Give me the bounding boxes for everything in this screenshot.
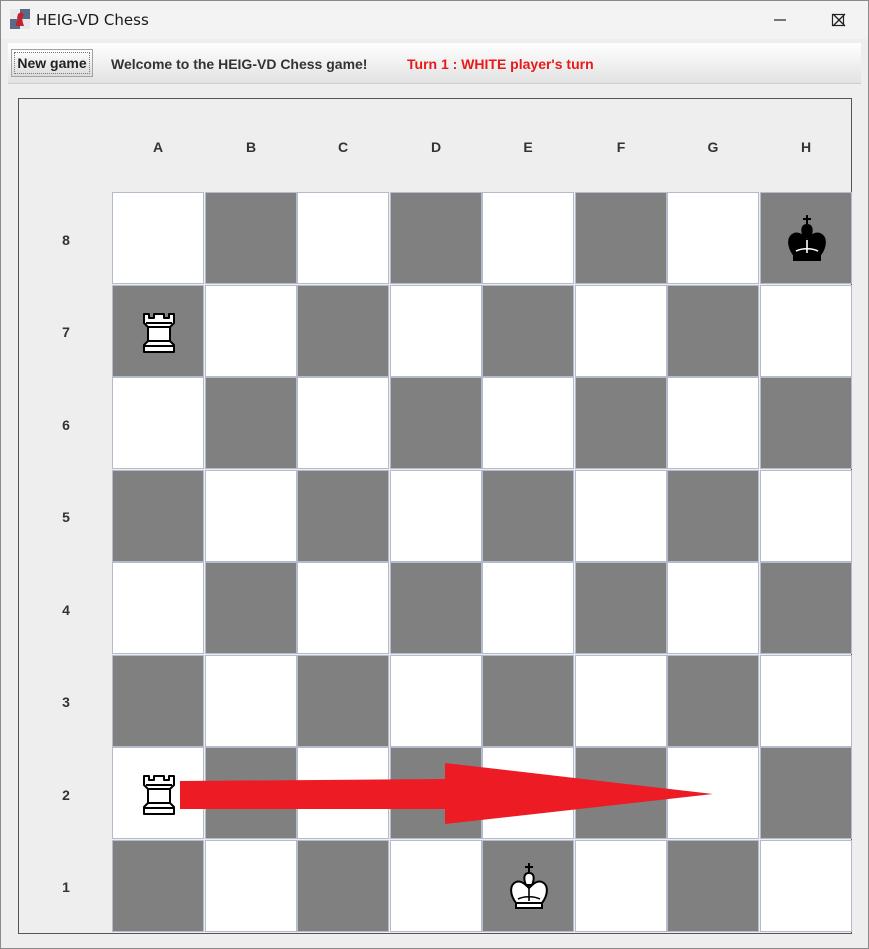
row-label-3: 3 [62, 694, 70, 710]
square-c5[interactable] [297, 470, 389, 562]
square-c7[interactable] [297, 285, 389, 377]
square-g3[interactable] [667, 655, 759, 747]
column-label-b: B [245, 139, 257, 155]
square-b1[interactable] [205, 840, 297, 932]
square-c6[interactable] [297, 377, 389, 469]
title-bar[interactable]: HEIG-VD Chess [1, 1, 868, 39]
square-f4[interactable] [575, 562, 667, 654]
square-d3[interactable] [390, 655, 482, 747]
square-d5[interactable] [390, 470, 482, 562]
square-b3[interactable] [205, 655, 297, 747]
square-a5[interactable] [112, 470, 204, 562]
square-d8[interactable] [390, 192, 482, 284]
square-a1[interactable] [112, 840, 204, 932]
square-a2[interactable] [112, 747, 204, 839]
square-h4[interactable] [760, 562, 852, 654]
column-label-g: G [707, 139, 719, 155]
column-label-c: C [337, 139, 349, 155]
row-label-7: 7 [62, 324, 70, 340]
square-h5[interactable] [760, 470, 852, 562]
square-e5[interactable] [482, 470, 574, 562]
square-h3[interactable] [760, 655, 852, 747]
square-g1[interactable] [667, 840, 759, 932]
square-a6[interactable] [112, 377, 204, 469]
square-b4[interactable] [205, 562, 297, 654]
square-b7[interactable] [205, 285, 297, 377]
square-h7[interactable] [760, 285, 852, 377]
new-game-button[interactable]: New game [11, 49, 93, 77]
square-f2[interactable] [575, 747, 667, 839]
square-e1[interactable] [482, 840, 574, 932]
column-label-f: F [616, 139, 626, 155]
white-rook-icon [143, 775, 175, 815]
column-label-e: E [523, 139, 533, 155]
column-label-h: H [800, 139, 812, 155]
square-f3[interactable] [575, 655, 667, 747]
square-h8[interactable] [760, 192, 852, 284]
square-d6[interactable] [390, 377, 482, 469]
square-g7[interactable] [667, 285, 759, 377]
column-label-d: D [430, 139, 442, 155]
square-c4[interactable] [297, 562, 389, 654]
square-e6[interactable] [482, 377, 574, 469]
turn-status: Turn 1 : WHITE player's turn [407, 56, 594, 72]
square-g4[interactable] [667, 562, 759, 654]
square-a4[interactable] [112, 562, 204, 654]
white-rook-icon [143, 313, 175, 353]
square-c2[interactable] [297, 747, 389, 839]
square-a8[interactable] [112, 192, 204, 284]
app-window: HEIG-VD Chess New game Welcome to the HE… [0, 0, 869, 949]
square-e4[interactable] [482, 562, 574, 654]
square-e7[interactable] [482, 285, 574, 377]
welcome-message: Welcome to the HEIG-VD Chess game! [111, 56, 368, 72]
square-c8[interactable] [297, 192, 389, 284]
row-label-5: 5 [62, 509, 70, 525]
square-d7[interactable] [390, 285, 482, 377]
row-label-2: 2 [62, 787, 70, 803]
square-f7[interactable] [575, 285, 667, 377]
black-king-icon [788, 215, 826, 261]
row-label-6: 6 [62, 417, 70, 433]
square-f1[interactable] [575, 840, 667, 932]
square-e8[interactable] [482, 192, 574, 284]
close-button[interactable] [810, 1, 868, 39]
row-label-1: 1 [62, 879, 70, 895]
square-f8[interactable] [575, 192, 667, 284]
close-icon [832, 13, 846, 27]
square-h6[interactable] [760, 377, 852, 469]
row-label-4: 4 [62, 602, 70, 618]
square-h1[interactable] [760, 840, 852, 932]
white-king-icon [510, 863, 548, 909]
square-g5[interactable] [667, 470, 759, 562]
minimize-button[interactable] [751, 1, 809, 39]
square-c1[interactable] [297, 840, 389, 932]
window-title: HEIG-VD Chess [36, 11, 149, 29]
square-b6[interactable] [205, 377, 297, 469]
square-b2[interactable] [205, 747, 297, 839]
column-label-a: A [152, 139, 164, 155]
square-g8[interactable] [667, 192, 759, 284]
square-c3[interactable] [297, 655, 389, 747]
new-game-label: New game [14, 52, 90, 74]
square-e2[interactable] [482, 747, 574, 839]
row-label-8: 8 [62, 232, 70, 248]
square-e3[interactable] [482, 655, 574, 747]
square-g2[interactable] [667, 747, 759, 839]
square-f5[interactable] [575, 470, 667, 562]
chess-app-icon [10, 9, 30, 29]
square-d1[interactable] [390, 840, 482, 932]
square-d4[interactable] [390, 562, 482, 654]
square-b5[interactable] [205, 470, 297, 562]
square-f6[interactable] [575, 377, 667, 469]
square-a7[interactable] [112, 285, 204, 377]
square-a3[interactable] [112, 655, 204, 747]
square-g6[interactable] [667, 377, 759, 469]
square-h2[interactable] [760, 747, 852, 839]
square-d2[interactable] [390, 747, 482, 839]
minimize-icon [774, 19, 786, 21]
square-b8[interactable] [205, 192, 297, 284]
